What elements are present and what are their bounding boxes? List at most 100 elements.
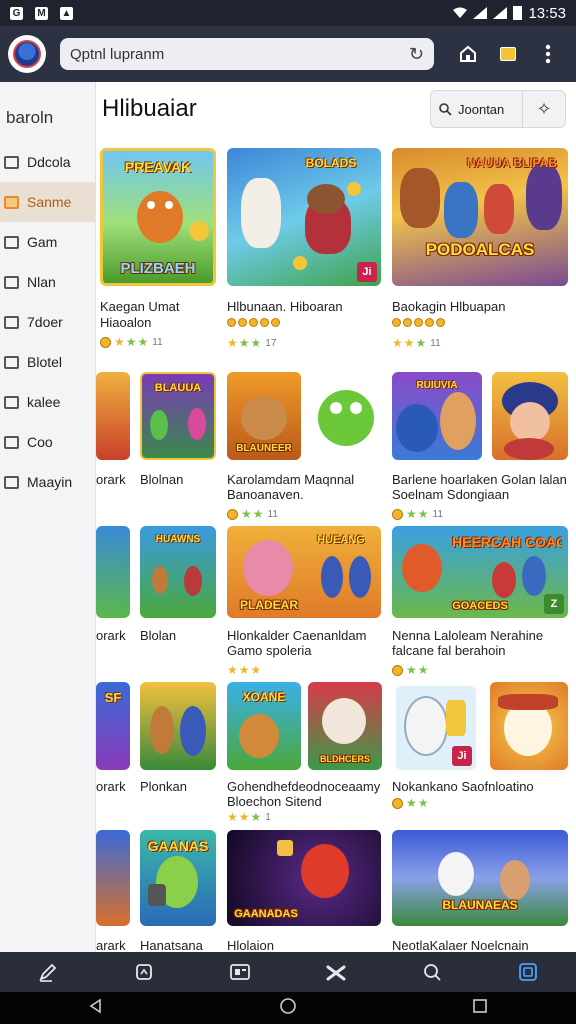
thumbnail-caption: PREAVAK (124, 159, 192, 175)
reload-icon[interactable]: ↻ (409, 44, 424, 65)
system-nav (0, 992, 576, 1024)
wallet-button[interactable] (488, 47, 528, 61)
sidebar-item-nlan[interactable]: Nlan (0, 262, 95, 302)
sidebar-item-blotel[interactable]: Blotel (0, 342, 95, 382)
sidebar-item-7doer[interactable]: 7doer (0, 302, 95, 342)
game-card-thumbnail[interactable] (96, 526, 130, 618)
home-button[interactable] (448, 45, 488, 63)
game-title[interactable]: Blolan (140, 628, 176, 643)
nav-home-button[interactable] (124, 956, 164, 988)
sidebar-item-label: Maayin (27, 474, 73, 490)
pin-icon[interactable]: ✧ (523, 99, 565, 120)
thumbnail-caption: BOLADS (305, 156, 357, 170)
game-title[interactable]: Nenna Laloleam Nerahine (392, 628, 572, 643)
star-icon: ★ (227, 663, 238, 677)
game-card-thumbnail[interactable] (140, 682, 216, 770)
game-card-thumbnail[interactable] (96, 830, 130, 926)
game-card-thumbnail[interactable]: HUEANG PLADEAR (227, 526, 381, 618)
browser-logo[interactable] (8, 35, 46, 73)
search-box[interactable]: Joontan ✧ (430, 90, 566, 128)
game-card-thumbnail[interactable] (96, 372, 130, 460)
game-title[interactable]: Hlonkalder Caenanldam (227, 628, 387, 643)
game-subtitle: Banoanaven. (227, 487, 304, 502)
sidebar-item-sanme[interactable]: Sanme (0, 182, 95, 222)
menu-button[interactable] (528, 44, 568, 64)
folder-icon (4, 195, 19, 209)
nav-tools-button[interactable] (316, 956, 356, 988)
page-title: Hlibuaiar (102, 95, 197, 122)
game-card-thumbnail[interactable]: HEERCAH COAGES GOACEDS Z (392, 526, 568, 618)
game-title[interactable]: Nokankano Saofnloatino (392, 779, 572, 794)
game-card-thumbnail[interactable]: BLAUNEER (227, 372, 301, 460)
game-card-thumbnail[interactable]: BLAUNAEAS (392, 830, 568, 926)
thumbnail-caption: GOACEDS (452, 600, 508, 612)
game-subtitle: Hiaoalon (100, 315, 152, 330)
game-card-thumbnail[interactable]: GAANADAS (227, 830, 381, 926)
thumbnail-caption: BLAUNEER (236, 443, 292, 454)
back-button[interactable] (88, 998, 104, 1019)
badges-strip (392, 318, 445, 328)
game-title[interactable]: Gohendhefdeodnoceaamy (227, 779, 387, 794)
game-title[interactable]: Plonkan (140, 779, 187, 794)
sidebar-item-ddcola[interactable]: Ddcola (0, 142, 95, 182)
nav-tabs-button[interactable] (508, 956, 548, 988)
sidebar-item-kalee[interactable]: kalee (0, 382, 95, 422)
star-icon: ★ (238, 336, 250, 350)
thumbnail-caption: BLAUNAEAS (442, 898, 518, 912)
game-title[interactable]: Karolamdam Maqnnal (227, 472, 387, 487)
game-title[interactable]: Hlbunaan. Hiboaran (227, 299, 387, 314)
search-icon (439, 102, 452, 116)
sidebar-item-gam[interactable]: Gam (0, 222, 95, 262)
nav-wallet-button[interactable] (220, 956, 260, 988)
game-title[interactable]: Barlene hoarlaken Golan lalan (392, 472, 572, 487)
coin-icon (392, 664, 403, 676)
nav-search-button[interactable] (412, 956, 452, 988)
notification-icons: G M ▲ (10, 6, 73, 20)
game-card-thumbnail[interactable]: NAUUA BLIPAB PODOALCAS (392, 148, 568, 286)
game-title[interactable]: Blolnan (140, 472, 183, 487)
game-card-thumbnail[interactable]: PREAVAK PLIZBAEH (100, 148, 216, 286)
address-bar[interactable]: Qptnl lupranm ↻ (60, 38, 434, 70)
sidebar-item-maayin[interactable]: Maayin (0, 462, 95, 502)
game-card-thumbnail[interactable] (308, 372, 382, 460)
game-title[interactable]: orark (96, 628, 126, 643)
star-icon: ★ (392, 336, 403, 350)
game-title[interactable]: arark (96, 938, 126, 952)
clock: 13:53 (528, 4, 566, 22)
sidebar-item-coo[interactable]: Coo (0, 422, 95, 462)
game-card-thumbnail[interactable] (490, 682, 568, 770)
game-card-thumbnail[interactable]: HUAWNS (140, 526, 216, 618)
star-icon: ★ (238, 810, 250, 824)
card-icon (230, 964, 250, 980)
game-card-thumbnail[interactable]: SF (96, 682, 130, 770)
game-title[interactable]: orark (96, 779, 126, 794)
game-title[interactable]: Hlolaion (227, 938, 274, 952)
thumbnail-caption: GAANAS (147, 838, 209, 854)
image-icon: ▲ (60, 6, 73, 20)
signal-icon-2 (493, 7, 508, 19)
recents-button[interactable] (472, 998, 488, 1019)
game-title[interactable]: Baokagin Hlbuapan (392, 299, 572, 314)
game-card-thumbnail[interactable]: RUIUVIA (392, 372, 482, 460)
game-card-thumbnail[interactable] (492, 372, 568, 460)
game-card-thumbnail[interactable]: XOANE (227, 682, 301, 770)
search-input[interactable]: Joontan (431, 91, 523, 127)
game-card-thumbnail[interactable]: BOLADS Ji (227, 148, 381, 286)
game-card-thumbnail[interactable]: Ji (396, 686, 476, 770)
game-card-thumbnail[interactable]: BLAUUA (140, 372, 216, 460)
game-badge: Z (544, 594, 564, 614)
game-title[interactable]: Hanatsana (140, 938, 203, 952)
rating-count: 11 (152, 336, 163, 348)
game-title[interactable]: Kaegan Umat (100, 299, 220, 314)
nav-edit-button[interactable] (28, 956, 68, 988)
star-icon: ★ (417, 507, 429, 521)
recents-icon (473, 998, 488, 1013)
game-badge: Ji (452, 746, 472, 766)
game-title[interactable]: NeotlaKalaer Noelcnain (392, 938, 572, 952)
game-title[interactable]: orark (96, 472, 126, 487)
coin-icon (227, 508, 238, 520)
home-system-button[interactable] (279, 997, 297, 1020)
game-card-thumbnail[interactable]: GAANAS (140, 830, 216, 926)
sidebar-item-label: Sanme (27, 194, 72, 210)
game-card-thumbnail[interactable]: BLDHCERS (308, 682, 382, 770)
